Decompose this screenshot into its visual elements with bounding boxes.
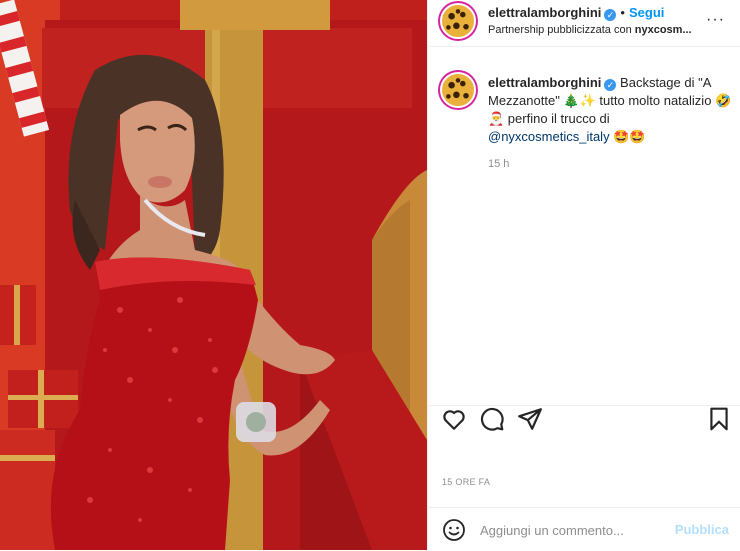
comment-input[interactable] — [480, 520, 660, 540]
avatar[interactable] — [440, 3, 476, 39]
bookmark-icon[interactable] — [706, 406, 732, 432]
caption-body-2: 🤩🤩 — [609, 129, 646, 144]
verified-badge-icon: ✓ — [604, 79, 617, 91]
action-bar — [428, 405, 740, 436]
heart-icon[interactable] — [441, 406, 467, 432]
post-photo[interactable] — [0, 0, 427, 550]
share-icon[interactable] — [517, 406, 543, 432]
post-header: elettralamborghini ✓ • Segui Partnership pu… — [428, 0, 740, 47]
caption-username-link[interactable]: elettralamborghini — [488, 75, 601, 90]
header-user-line: elettralamborghini ✓ • Segui — [488, 5, 664, 21]
post-photo-illustration — [0, 0, 427, 550]
mention-link[interactable]: @nyxcosmetics_italy — [488, 129, 610, 144]
emoji-icon[interactable] — [442, 518, 466, 542]
caption-avatar[interactable] — [440, 72, 476, 108]
post-side-panel: elettralamborghini ✓ • Segui Partnership pu… — [427, 0, 740, 550]
partner-link[interactable]: nyxcosm... — [635, 24, 692, 36]
separator-dot: • — [620, 5, 625, 20]
username-link[interactable]: elettralamborghini — [488, 5, 601, 20]
more-options-button[interactable]: ··· — [706, 11, 725, 29]
caption-text: elettralamborghini ✓ Backstage di "A Mezz… — [488, 74, 733, 146]
post-date[interactable]: 15 ORE FA — [442, 477, 490, 487]
partnership-label: Partnership pubblicizzata con nyxcosm... — [488, 24, 698, 36]
verified-badge-icon: ✓ — [604, 9, 617, 21]
comment-icon[interactable] — [479, 406, 505, 432]
follow-button[interactable]: Segui — [629, 5, 664, 20]
caption-timestamp[interactable]: 15 h — [488, 158, 509, 170]
publish-button[interactable]: Pubblica — [675, 522, 729, 537]
partnership-prefix: Partnership pubblicizzata con — [488, 24, 635, 36]
comment-bar: Pubblica — [428, 507, 740, 551]
